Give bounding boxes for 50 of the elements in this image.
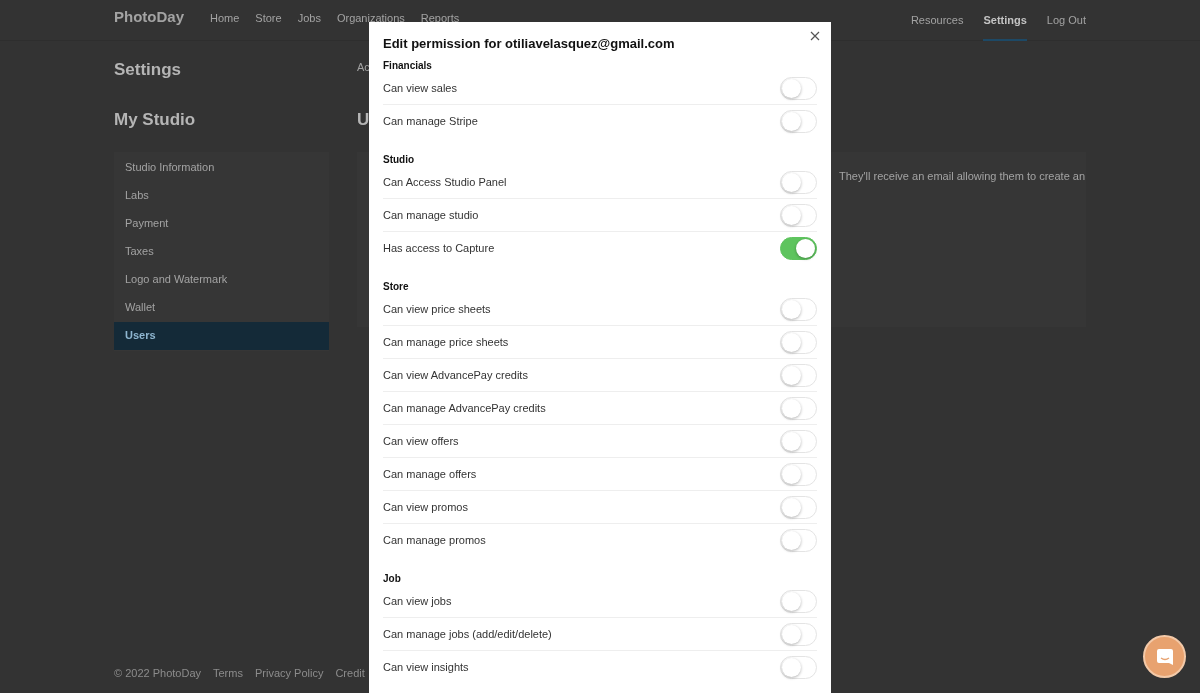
nav-link[interactable]: Jobs [297,12,321,24]
section-title: U [357,109,370,131]
nav-link[interactable]: Store [255,12,282,24]
close-icon [810,31,820,41]
nav-link[interactable]: Resources [910,8,964,41]
nav-link[interactable]: Home [210,12,240,24]
breadcrumb[interactable]: Ac [357,57,370,77]
sidebar-item[interactable]: Users [114,321,329,350]
copyright-text: © 2022 PhotoDay [114,666,201,681]
nav-link[interactable]: Log Out [1046,8,1086,41]
section-heading: Financials [383,59,433,72]
permission-label: Can manage jobs (add/edit/delete) [383,626,552,642]
chat-button[interactable] [1143,635,1186,678]
permission-label: Can manage promos [383,533,486,549]
permission-label: Can view price sheets [383,301,491,317]
permission-label: Can view offers [383,433,459,449]
nav-link[interactable]: Organizations [336,12,405,24]
permission-label: Can view promos [383,499,468,515]
permission-label: Can view jobs [383,593,452,609]
permission-label: Can manage Stripe [383,114,478,130]
sidebar-title: My Studio [114,109,196,131]
permission-label: Can manage studio [383,207,479,223]
nav-link[interactable]: Settings [983,8,1027,41]
page-title: Settings [114,59,182,77]
permission-label: Can view AdvancePay credits [383,367,528,383]
footer-link[interactable]: Terms [213,665,243,693]
toggle-switch[interactable] [780,237,817,260]
sidebar-item[interactable]: Labs [114,181,329,210]
sidebar-item[interactable]: Taxes [114,237,329,266]
footer-link[interactable]: Privacy Policy [254,665,324,693]
logo[interactable]: PhotoDay [114,8,184,26]
card-text: They'll receive an email allowing them to create an [839,168,1086,184]
footer-link[interactable]: Credit [335,665,365,693]
section-heading: Job [383,572,402,585]
dialog-title: Edit permission for otiliavelasquez@gmail.com [383,36,676,52]
sidebar-item[interactable]: Logo and Watermark [114,265,329,294]
section-heading: Studio [383,153,416,166]
permission-label: Can view sales [383,80,457,96]
nav-link[interactable]: Reports [420,12,460,24]
permission-label: Can view insights [383,660,469,676]
permission-label: Can manage offers [383,466,477,482]
sidebar-item[interactable]: Studio Information [114,153,329,182]
chat-icon [1154,646,1175,667]
sidebar-item[interactable]: Wallet [114,293,329,322]
sidebar-item[interactable]: Payment [114,209,329,238]
permission-label: Can Access Studio Panel [383,174,507,190]
permission-label: Can manage AdvancePay credits [383,400,546,416]
permission-label: Can manage price sheets [383,334,509,350]
section-heading: Store [383,280,410,293]
permission-label: Has access to Capture [383,241,495,257]
